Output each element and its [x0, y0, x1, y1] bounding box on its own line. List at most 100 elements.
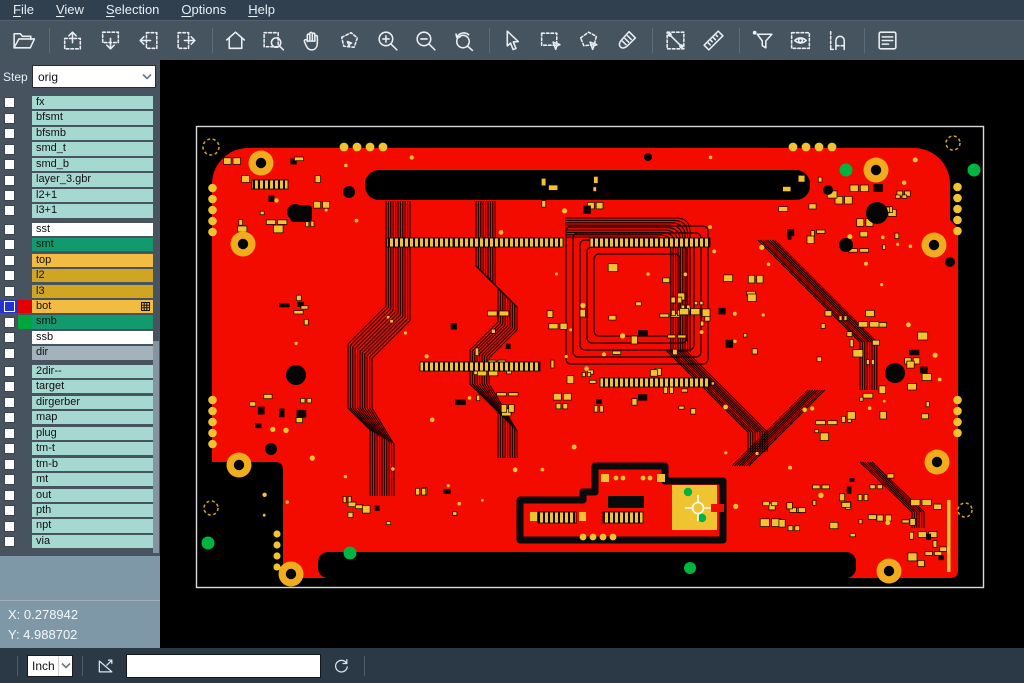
layer-checkbox-plug[interactable] — [0, 427, 18, 440]
layer-checkbox-bot[interactable] — [0, 300, 18, 313]
layer-checkbox-smt[interactable] — [0, 238, 18, 251]
layer-name-ssb[interactable]: ssb — [32, 331, 153, 344]
highlight-eye-button[interactable] — [785, 25, 816, 56]
layer-name-l3[interactable]: l3 — [32, 285, 153, 298]
layer-name-smb[interactable]: smb — [32, 315, 153, 328]
report-panel-button[interactable] — [872, 25, 903, 56]
ruler-icon — [701, 28, 726, 53]
layer-name-2dir--[interactable]: 2dir-- — [32, 365, 153, 378]
layer-checkbox-npt[interactable] — [0, 519, 18, 532]
zoom-previous-button[interactable] — [448, 25, 479, 56]
layer-name-via[interactable]: via — [32, 535, 153, 548]
clean-brush-button[interactable] — [611, 25, 642, 56]
layer-checkbox-smd_b[interactable] — [0, 158, 18, 171]
layer-checkbox-via[interactable] — [0, 535, 18, 548]
layer-checkbox-smd_t[interactable] — [0, 142, 18, 155]
select-rectangle-button[interactable] — [535, 25, 566, 56]
layer-name-l2[interactable]: l2 — [32, 269, 153, 282]
layer-name-fx[interactable]: fx — [32, 96, 153, 109]
layer-name-dir[interactable]: dir — [32, 346, 153, 359]
layer-checkbox-ssb[interactable] — [0, 331, 18, 344]
layer-checkbox-l3+1[interactable] — [0, 204, 18, 217]
layer-name-smd_t[interactable]: smd_t — [32, 142, 153, 155]
layer-name-l3+1[interactable]: l3+1 — [32, 204, 153, 217]
layer-scrollbar[interactable] — [153, 93, 159, 556]
layer-checkbox-top[interactable] — [0, 254, 18, 267]
layer-name-plug[interactable]: plug — [32, 427, 153, 440]
layer-name-dirgerber[interactable]: dirgerber — [32, 396, 153, 409]
layer-checkbox-l2+1[interactable] — [0, 189, 18, 202]
layer-name-target[interactable]: target — [32, 380, 153, 393]
filter-funnel-button[interactable] — [747, 25, 778, 56]
select-cursor-icon — [500, 28, 525, 53]
layer-name-npt[interactable]: npt — [32, 519, 153, 532]
menu-selection[interactable]: Selection — [95, 0, 170, 20]
pcb-view[interactable] — [160, 60, 1024, 648]
open-folder-button[interactable] — [8, 25, 39, 56]
layer-name-smt[interactable]: smt — [32, 238, 153, 251]
layer-row-dirgerber: dirgerber — [0, 396, 160, 409]
layer-name-smd_b[interactable]: smd_b — [32, 158, 153, 171]
layer-checkbox-target[interactable] — [0, 380, 18, 393]
shift-left-button[interactable] — [133, 25, 164, 56]
layer-name-pth[interactable]: pth — [32, 504, 153, 517]
layer-checkbox-mt[interactable] — [0, 473, 18, 486]
shift-down-button[interactable] — [95, 25, 126, 56]
menu-options[interactable]: Options — [170, 0, 237, 20]
layer-checkbox-l2[interactable] — [0, 269, 18, 282]
zoom-polygon-button[interactable] — [334, 25, 365, 56]
layer-checkbox-bfsmt[interactable] — [0, 111, 18, 124]
menu-help[interactable]: Help — [237, 0, 286, 20]
layer-checkbox-smb[interactable] — [0, 315, 18, 328]
select-cursor-button[interactable] — [497, 25, 528, 56]
layer-checkbox-bfsmb[interactable] — [0, 127, 18, 140]
checkbox-icon — [4, 381, 15, 392]
layer-name-l2+1[interactable]: l2+1 — [32, 189, 153, 202]
zoom-in-button[interactable] — [372, 25, 403, 56]
layer-name-map[interactable]: map — [32, 411, 153, 424]
layer-checkbox-out[interactable] — [0, 489, 18, 502]
select-polygon-button[interactable] — [573, 25, 604, 56]
layer-name-layer_3.gbr[interactable]: layer_3.gbr — [32, 173, 153, 186]
ruler-button[interactable] — [698, 25, 729, 56]
layer-name-tm-b[interactable]: tm-b — [32, 458, 153, 471]
scrollbar-thumb[interactable] — [153, 341, 159, 553]
layer-checkbox-tm-t[interactable] — [0, 442, 18, 455]
pcb-canvas[interactable] — [160, 60, 1024, 648]
toolbar-separator — [212, 28, 213, 53]
layer-name-sst[interactable]: sst — [32, 223, 153, 236]
layer-checkbox-layer_3.gbr[interactable] — [0, 173, 18, 186]
unit-select[interactable]: Inch — [27, 655, 73, 677]
layer-checkbox-dirgerber[interactable] — [0, 396, 18, 409]
refresh-icon[interactable] — [329, 654, 353, 678]
layer-checkbox-2dir--[interactable] — [0, 365, 18, 378]
layer-name-tm-t[interactable]: tm-t — [32, 442, 153, 455]
layer-checkbox-dir[interactable] — [0, 346, 18, 359]
layer-checkbox-tm-b[interactable] — [0, 458, 18, 471]
menu-view[interactable]: View — [45, 0, 95, 20]
layer-name-top[interactable]: top — [32, 254, 153, 267]
menu-file[interactable]: File — [2, 0, 45, 20]
zoom-out-button[interactable] — [410, 25, 441, 56]
layer-name-out[interactable]: out — [32, 489, 153, 502]
layer-checkbox-l3[interactable] — [0, 285, 18, 298]
layer-row-fx: fx — [0, 96, 160, 109]
layer-checkbox-map[interactable] — [0, 411, 18, 424]
layer-checkbox-fx[interactable] — [0, 96, 18, 109]
command-input[interactable] — [126, 654, 321, 678]
home-view-button[interactable] — [220, 25, 251, 56]
layer-checkbox-sst[interactable] — [0, 223, 18, 236]
layer-name-mt[interactable]: mt — [32, 473, 153, 486]
step-select[interactable]: orig — [32, 65, 156, 88]
zoom-window-button[interactable] — [258, 25, 289, 56]
measure-distance-button[interactable] — [660, 25, 691, 56]
snap-magnet-button[interactable] — [823, 25, 854, 56]
layer-name-bfsmt[interactable]: bfsmt — [32, 111, 153, 124]
corner-ruler-icon[interactable] — [94, 654, 118, 678]
layer-name-bfsmb[interactable]: bfsmb — [32, 127, 153, 140]
shift-right-button[interactable] — [171, 25, 202, 56]
shift-up-button[interactable] — [57, 25, 88, 56]
pan-hand-button[interactable] — [296, 25, 327, 56]
layer-name-bot[interactable]: bot — [32, 300, 153, 313]
layer-checkbox-pth[interactable] — [0, 504, 18, 517]
